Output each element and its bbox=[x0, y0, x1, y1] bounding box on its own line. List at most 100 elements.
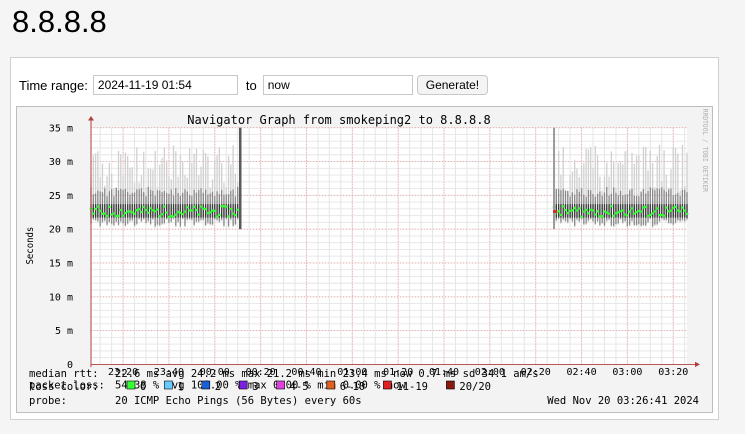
x-tick-label: 03:20 bbox=[658, 367, 688, 378]
median-point bbox=[160, 213, 164, 216]
median-point bbox=[646, 214, 650, 218]
median-point bbox=[208, 211, 212, 214]
x-tick-label: 02:40 bbox=[566, 367, 596, 378]
median-point bbox=[98, 209, 102, 212]
median-point bbox=[169, 214, 173, 218]
chart-svg: 05 m10 m15 m20 m25 m30 m35 m23:20 23:40 00… bbox=[25, 109, 710, 407]
loss-color-swatch bbox=[201, 380, 211, 390]
median-point bbox=[188, 209, 191, 212]
median-point bbox=[628, 210, 631, 213]
median-point bbox=[147, 211, 150, 214]
median-point bbox=[204, 207, 207, 211]
median-point bbox=[220, 205, 223, 208]
median-point bbox=[144, 208, 148, 212]
median-point bbox=[596, 210, 599, 213]
loss-color-swatch bbox=[446, 380, 455, 390]
median-point bbox=[149, 207, 152, 210]
median-point bbox=[224, 205, 228, 208]
y-tick-label: 10 m bbox=[49, 292, 73, 303]
median-point bbox=[662, 214, 666, 217]
y-tick-label: 5 m bbox=[55, 326, 73, 337]
time-range-controls: Time range: to Generate! bbox=[19, 74, 489, 96]
median-point bbox=[669, 209, 673, 212]
start-time-input[interactable] bbox=[92, 75, 238, 95]
graph-timestamp: Wed Nov 20 03:26:41 2024 bbox=[547, 395, 699, 407]
median-point bbox=[630, 207, 634, 210]
y-tick-label: 35 m bbox=[49, 123, 73, 134]
median-point bbox=[683, 209, 687, 212]
chart-title: Navigator Graph from smokeping2 to 8.8.8… bbox=[187, 113, 490, 127]
median-point bbox=[218, 213, 221, 216]
median-point bbox=[110, 213, 113, 216]
median-point bbox=[195, 209, 198, 212]
median-point bbox=[128, 210, 132, 213]
graph-panel: Time range: to Generate! 0 5 m 10 m 15 m 20 … bbox=[10, 57, 719, 420]
loss-color-label-item: 11-19 bbox=[396, 381, 428, 393]
median-point bbox=[685, 212, 689, 215]
loss-color-swatch bbox=[276, 380, 285, 390]
loss-marker bbox=[553, 210, 558, 213]
median-point bbox=[594, 213, 597, 216]
median-point bbox=[566, 212, 570, 215]
median-point bbox=[665, 206, 668, 209]
median-point bbox=[165, 211, 168, 214]
median-point bbox=[234, 214, 237, 217]
y-axis-label: Seconds bbox=[25, 227, 37, 265]
median-point bbox=[660, 213, 664, 217]
median-point bbox=[227, 215, 230, 218]
loss-color-label-item: 4-5 bbox=[290, 381, 309, 393]
loss-bar bbox=[239, 127, 242, 230]
median-point bbox=[94, 207, 97, 211]
median-point bbox=[103, 212, 107, 215]
median-point bbox=[610, 205, 613, 208]
end-time-input[interactable] bbox=[262, 75, 413, 95]
median-point bbox=[564, 208, 567, 212]
x-tick-label: 03:00 bbox=[612, 367, 642, 378]
y-tick-label: 30 m bbox=[49, 157, 73, 168]
median-point bbox=[172, 215, 175, 218]
loss-color-label-item: 1 bbox=[177, 381, 183, 393]
median-point bbox=[163, 205, 166, 208]
median-point bbox=[151, 209, 155, 212]
median-point bbox=[653, 210, 657, 213]
rrdtool-watermark: RRDTOOL / TOBI OETIKER bbox=[701, 109, 709, 192]
median-point bbox=[600, 215, 604, 218]
probe-label: probe: bbox=[29, 395, 67, 407]
median-point bbox=[137, 208, 141, 211]
median-point bbox=[559, 213, 563, 217]
median-point bbox=[557, 210, 560, 213]
median-point bbox=[190, 209, 194, 212]
median-point bbox=[667, 210, 670, 213]
median-point bbox=[644, 205, 648, 208]
x-axis-arrow bbox=[695, 361, 700, 368]
page-title: 8.8.8.8 bbox=[12, 4, 107, 39]
median-point bbox=[635, 210, 638, 214]
median-point bbox=[179, 211, 182, 214]
median-point bbox=[671, 206, 675, 209]
generate-button[interactable]: Generate! bbox=[416, 75, 489, 95]
median-point bbox=[575, 209, 579, 212]
y-tick-label: 25 m bbox=[49, 191, 73, 202]
median-point bbox=[117, 214, 120, 217]
median-point bbox=[655, 207, 659, 210]
loss-color-swatch bbox=[164, 380, 173, 390]
median-point bbox=[130, 211, 134, 214]
median-point bbox=[568, 209, 572, 212]
median-point bbox=[626, 214, 629, 217]
median-point bbox=[573, 206, 576, 210]
median-point bbox=[119, 208, 123, 212]
median-point bbox=[176, 210, 180, 214]
loss-color-swatch bbox=[326, 380, 336, 390]
median-point bbox=[199, 205, 203, 208]
median-point bbox=[133, 212, 136, 215]
median-point bbox=[135, 208, 139, 212]
median-point bbox=[174, 213, 178, 216]
loss-color-swatch bbox=[383, 380, 392, 390]
median-point bbox=[229, 207, 233, 211]
loss-color-label-item: 2 bbox=[215, 381, 221, 393]
chart-body: 05 m10 m15 m20 m25 m30 m35 m23:20 23:40 00… bbox=[25, 109, 710, 392]
median-rtt-label: median rtt: bbox=[29, 368, 99, 380]
loss-bar bbox=[553, 127, 556, 230]
median-point bbox=[158, 215, 162, 218]
median-point bbox=[114, 215, 118, 218]
